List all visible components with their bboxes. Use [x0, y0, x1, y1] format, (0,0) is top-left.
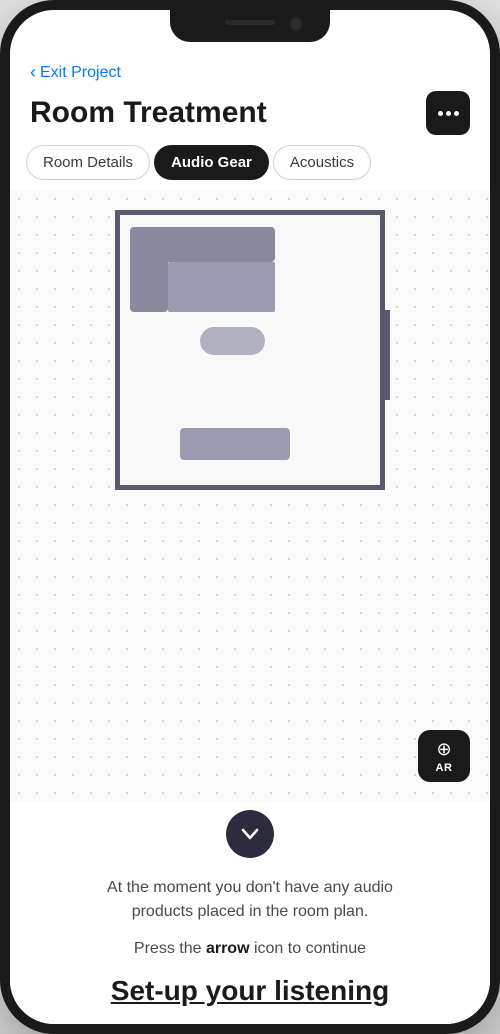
- tab-acoustics[interactable]: Acoustics: [273, 145, 371, 180]
- bench-furniture: [180, 428, 290, 460]
- sofa-seat: [168, 262, 275, 312]
- room-walls: [115, 210, 385, 490]
- phone-shell: ‹ Exit Project Room Treatment Room Detai…: [0, 0, 500, 1034]
- hint-suffix: icon to continue: [250, 940, 367, 957]
- hint-strong: arrow: [206, 940, 250, 957]
- chevron-down-icon: [239, 823, 261, 845]
- dot-1: [438, 111, 443, 116]
- coffee-table: [200, 327, 265, 355]
- title-row: Room Treatment: [30, 91, 470, 135]
- arrow-down-button[interactable]: [226, 810, 274, 858]
- dot-3: [454, 111, 459, 116]
- notch-speaker: [225, 20, 275, 25]
- page-title: Room Treatment: [30, 96, 267, 130]
- sofa-furniture: [130, 227, 275, 312]
- room-diagram: [115, 210, 385, 490]
- room-plan-area: ⊕ AR: [10, 190, 490, 802]
- back-label: Exit Project: [40, 64, 121, 82]
- big-heading: Set-up your listening: [111, 974, 389, 1008]
- tab-audio-gear[interactable]: Audio Gear: [154, 145, 269, 180]
- ar-icon: ⊕: [436, 739, 451, 760]
- hint-prefix: Press the: [134, 940, 206, 957]
- info-text: At the moment you don't have any audio p…: [90, 876, 410, 924]
- notch: [170, 10, 330, 42]
- hint-text: Press the arrow icon to continue: [134, 940, 366, 958]
- header: ‹ Exit Project Room Treatment: [10, 54, 490, 145]
- sofa-arm: [130, 257, 168, 312]
- ar-label: AR: [436, 762, 453, 774]
- back-button[interactable]: ‹ Exit Project: [30, 62, 470, 83]
- door-element: [380, 310, 390, 400]
- bottom-section: At the moment you don't have any audio p…: [10, 802, 490, 1024]
- notch-camera: [290, 18, 302, 30]
- back-chevron-icon: ‹: [30, 62, 36, 83]
- screen: ‹ Exit Project Room Treatment Room Detai…: [10, 10, 490, 1024]
- more-button[interactable]: [426, 91, 470, 135]
- dot-2: [446, 111, 451, 116]
- tabs: Room Details Audio Gear Acoustics: [10, 145, 490, 180]
- ar-button[interactable]: ⊕ AR: [418, 730, 470, 782]
- tab-room-details[interactable]: Room Details: [26, 145, 150, 180]
